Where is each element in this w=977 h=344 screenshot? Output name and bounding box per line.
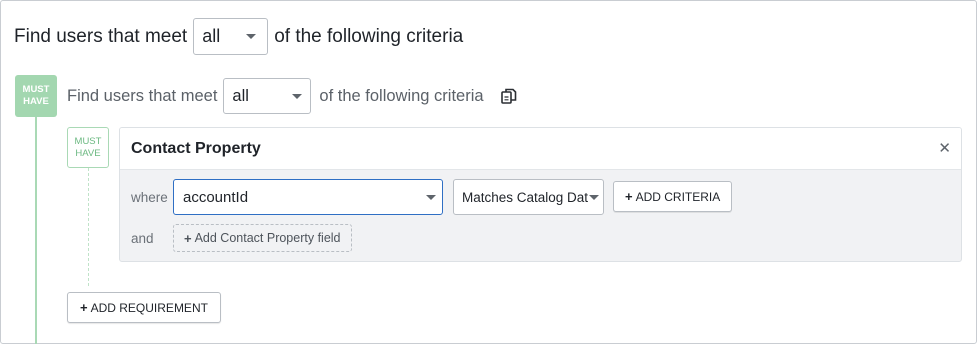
badge-line-2: HAVE [75,147,101,159]
add-field-label: Add Contact Property field [194,231,341,245]
add-requirement-button[interactable]: + ADD REQUIREMENT [67,292,221,323]
copy-icon[interactable] [500,87,518,105]
property-field-select[interactable]: accountId [173,179,443,215]
close-icon[interactable]: ✕ [938,141,951,156]
segment-builder: Find users that meet all of the followin… [0,0,977,344]
must-have-badge-group: MUST HAVE [15,75,57,117]
plus-icon: + [625,189,633,204]
operator-select[interactable]: Matches Catalog Data [453,179,604,215]
top-match-select[interactable]: all [193,18,269,55]
add-property-field-button[interactable]: + Add Contact Property field [173,224,352,252]
card-header: Contact Property ✕ [120,128,961,170]
property-field-value: accountId [183,188,249,206]
group-match-value: all [232,86,249,105]
group-criteria-suffix: of the following criteria [319,86,484,105]
add-requirement-label: ADD REQUIREMENT [90,300,208,315]
card-title: Contact Property [131,139,261,157]
chevron-down-icon [246,34,257,39]
add-criteria-label: ADD CRITERIA [635,189,721,204]
add-criteria-button[interactable]: + ADD CRITERIA [613,181,733,212]
badge-line-2: HAVE [23,96,49,107]
group-match-select[interactable]: all [223,78,312,114]
badge-line-1: MUST [22,84,50,95]
group-criteria-row: Find users that meet all of the followin… [67,78,518,114]
where-label: where [131,190,168,205]
chevron-down-icon [589,194,599,200]
group-criteria-prefix: Find users that meet [67,86,218,105]
badge-line-1: MUST [74,135,102,147]
top-match-value: all [202,26,221,46]
top-criteria-prefix: Find users that meet [14,25,188,47]
operator-value: Matches Catalog Data [462,189,588,205]
plus-icon: + [80,300,88,315]
must-have-badge-condition: MUST HAVE [67,127,109,168]
top-criteria-suffix: of the following criteria [274,25,464,47]
plus-icon: + [184,230,192,246]
group-rail [35,116,37,344]
contact-property-card: Contact Property ✕ where accountId Match… [119,127,962,262]
chevron-down-icon [292,93,303,99]
condition-rail [88,168,89,286]
and-label: and [131,231,154,246]
chevron-down-icon [426,194,436,200]
top-criteria-row: Find users that meet all of the followin… [14,18,463,55]
